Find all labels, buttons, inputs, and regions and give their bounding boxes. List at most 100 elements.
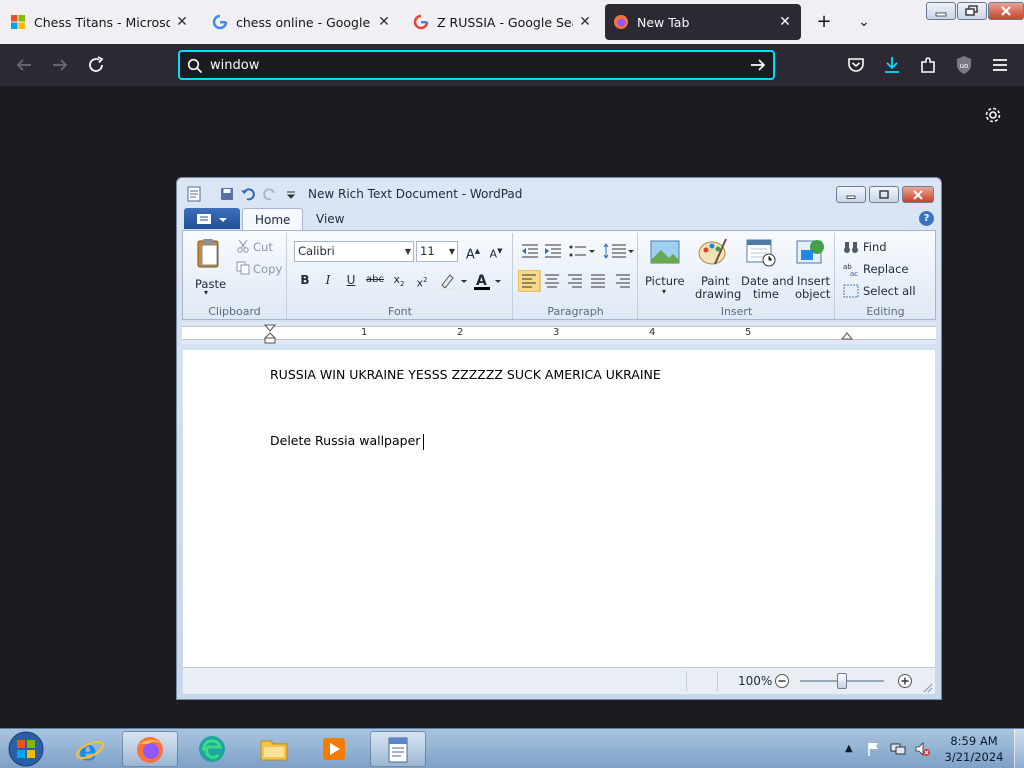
close-tab-icon[interactable]: ✕ (777, 14, 793, 30)
font-size-select[interactable]: 11 ▼ (416, 241, 458, 262)
minimize-window-button[interactable] (926, 2, 956, 20)
wordpad-maximize-button[interactable] (869, 186, 899, 203)
zoom-slider-thumb[interactable] (837, 673, 847, 689)
close-tab-icon[interactable]: ✕ (577, 14, 593, 30)
paste-clipboard-icon[interactable] (193, 237, 225, 269)
insert-object-icon[interactable] (795, 236, 827, 268)
zoom-in-icon[interactable] (897, 673, 913, 689)
reload-icon[interactable] (84, 53, 108, 77)
wordpad-title-bar[interactable]: New Rich Text Document - WordPad (177, 178, 941, 208)
close-tab-icon[interactable]: ✕ (174, 14, 190, 30)
ribbon-tab-bar: Home View ? (182, 208, 936, 230)
tab-z-russia[interactable]: Z RUSSIA - Google Search ✕ (405, 4, 601, 40)
redo-icon[interactable] (262, 186, 278, 202)
tab-chess-titans[interactable]: Chess Titans - Microsoft Co ✕ (2, 4, 198, 40)
picture-dropdown-chevron-icon[interactable]: ▾ (662, 287, 666, 296)
picture-icon[interactable] (649, 236, 681, 268)
left-indent-marker-icon[interactable] (264, 324, 276, 344)
copy-button[interactable]: Copy (253, 262, 282, 276)
taskbar-internet-explorer[interactable]: e (62, 731, 118, 767)
close-window-button[interactable] (988, 2, 1024, 20)
taskbar-media-player[interactable] (306, 731, 362, 767)
menu-hamburger-icon[interactable] (989, 54, 1011, 76)
tab-chess-online[interactable]: chess online - Google Search ✕ (204, 4, 400, 40)
tab-new-tab[interactable]: New Tab ✕ (605, 4, 801, 40)
start-button-windows-orb-icon[interactable] (6, 730, 46, 768)
wordpad-close-button[interactable] (902, 186, 934, 203)
windows-logo-icon (11, 15, 25, 29)
taskbar: e ▲ 8:59 AM 3/21/2024 (0, 728, 1024, 768)
tab-home[interactable]: Home (242, 208, 304, 230)
paste-button[interactable]: Paste (195, 277, 226, 291)
shrink-font-button[interactable]: A▼ (485, 241, 507, 261)
find-button[interactable]: Find (863, 240, 887, 254)
paste-dropdown-chevron-icon[interactable]: ▾ (204, 288, 208, 297)
strikethrough-button[interactable]: abc (364, 270, 386, 290)
select-all-button[interactable]: Select all (863, 284, 916, 298)
url-input[interactable] (210, 55, 730, 75)
calendar-clock-icon[interactable] (745, 236, 777, 268)
list-tabs-chevron-down-icon[interactable]: ⌄ (852, 10, 876, 34)
ruler[interactable]: 1 2 3 4 5 (182, 322, 936, 344)
cut-button[interactable]: Cut (253, 240, 273, 254)
gear-icon[interactable] (982, 104, 1004, 126)
volume-muted-icon[interactable] (914, 741, 930, 757)
ublock-shield-icon[interactable]: uo (953, 54, 975, 76)
google-g-icon (413, 14, 429, 30)
taskbar-file-explorer[interactable] (246, 731, 302, 767)
show-desktop-button[interactable] (1014, 729, 1024, 768)
taskbar-edge[interactable] (184, 731, 240, 767)
paint-drawing-label-1[interactable]: Paint (701, 274, 729, 288)
underline-button[interactable]: U (340, 270, 362, 290)
bold-button[interactable]: B (294, 270, 316, 290)
wordpad-minimize-button[interactable] (836, 186, 866, 203)
date-time-label-2[interactable]: time (753, 287, 779, 301)
back-arrow-icon[interactable] (12, 53, 36, 77)
taskbar-clock[interactable]: 8:59 AM 3/21/2024 (940, 733, 1008, 765)
show-hidden-icons-chevron-up-icon[interactable]: ▲ (845, 741, 861, 757)
restore-window-button[interactable] (957, 2, 987, 20)
new-tab-plus-icon[interactable]: + (812, 10, 836, 34)
select-all-icon[interactable] (843, 284, 859, 298)
forward-arrow-icon[interactable] (48, 53, 72, 77)
picture-button[interactable]: Picture (645, 274, 685, 288)
font-family-value: Calibri (298, 244, 335, 258)
taskbar-firefox[interactable] (122, 731, 178, 767)
replace-icon[interactable]: abac (843, 262, 859, 276)
date-time-label-1[interactable]: Date and (741, 274, 794, 288)
grow-font-button[interactable]: A▲ (462, 241, 484, 262)
action-center-flag-icon[interactable] (866, 741, 882, 757)
insert-object-label-1[interactable]: Insert (797, 274, 830, 288)
save-icon[interactable] (219, 186, 235, 202)
highlighter-icon[interactable] (438, 271, 470, 291)
subscript-button[interactable]: x2 (388, 270, 410, 290)
downloads-icon[interactable] (881, 54, 903, 76)
paint-palette-icon[interactable] (697, 236, 729, 268)
font-color-icon[interactable]: A (472, 271, 504, 291)
tab-view[interactable]: View (304, 208, 356, 230)
zoom-out-icon[interactable] (774, 673, 790, 689)
network-icon[interactable] (890, 741, 906, 757)
go-arrow-icon[interactable] (749, 57, 767, 73)
italic-button[interactable]: I (317, 270, 339, 290)
font-family-select[interactable]: Calibri ▼ (294, 241, 414, 262)
copy-icon[interactable] (236, 261, 250, 275)
document-area[interactable]: RUSSIA WIN UKRAINE YESSS ZZZZZZ SUCK AME… (183, 350, 935, 667)
binoculars-icon[interactable] (843, 240, 859, 254)
paint-drawing-label-2[interactable]: drawing (695, 287, 741, 301)
pocket-icon[interactable] (845, 54, 867, 76)
taskbar-wordpad[interactable] (370, 731, 426, 767)
scissors-icon[interactable] (236, 239, 250, 253)
url-bar[interactable] (178, 50, 775, 80)
close-tab-icon[interactable]: ✕ (376, 14, 392, 30)
undo-icon[interactable] (240, 186, 256, 202)
help-icon[interactable]: ? (919, 211, 934, 226)
resize-grip-icon[interactable] (921, 681, 933, 693)
customize-qat-chevron-down-icon[interactable] (283, 186, 299, 202)
insert-object-label-2[interactable]: object (795, 287, 830, 301)
right-indent-marker-icon[interactable] (841, 330, 853, 340)
wordpad-application-menu-button[interactable] (184, 208, 240, 229)
superscript-button[interactable]: x2 (411, 270, 433, 290)
replace-button[interactable]: Replace (863, 262, 909, 276)
extensions-puzzle-icon[interactable] (917, 54, 939, 76)
